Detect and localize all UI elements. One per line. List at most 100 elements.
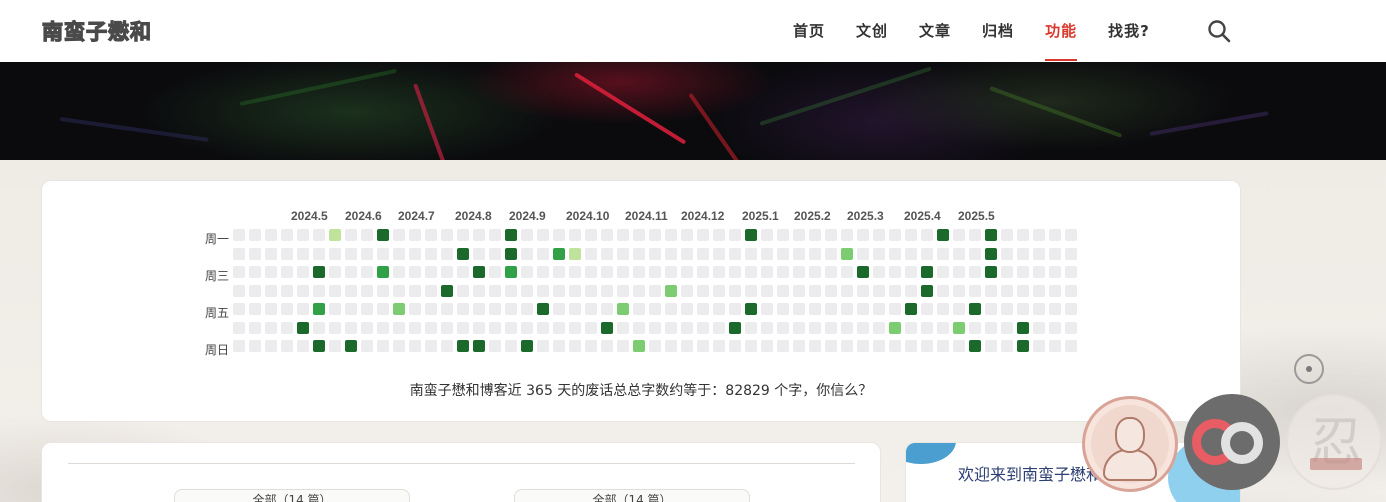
author-avatar[interactable] [1082,396,1178,492]
heatmap-cell[interactable] [393,340,405,352]
heatmap-cell[interactable] [329,247,341,260]
heatmap-cell[interactable] [329,266,341,278]
heatmap-cell[interactable] [1065,340,1077,352]
heatmap-cell[interactable] [1049,266,1061,278]
heatmap-cell[interactable] [1033,340,1045,352]
heatmap-cell[interactable] [489,340,501,352]
heatmap-cell[interactable] [409,303,421,315]
heatmap-cell[interactable] [617,247,629,260]
heatmap-cell[interactable] [809,284,821,297]
heatmap-cell[interactable] [761,303,773,315]
heatmap-cell[interactable] [377,247,389,260]
heatmap-cell[interactable] [873,321,885,334]
heatmap-cell[interactable] [489,229,501,241]
heatmap-cell[interactable] [1017,266,1029,278]
heatmap-cell[interactable] [249,303,261,315]
heatmap-cell[interactable] [233,303,245,315]
heatmap-cell[interactable] [281,321,293,334]
heatmap-cell[interactable] [1001,284,1013,297]
heatmap-cell[interactable] [777,266,789,278]
heatmap-cell[interactable] [537,247,549,260]
heatmap-cell[interactable] [937,247,949,260]
heatmap-cell[interactable] [281,284,293,297]
heatmap-cell[interactable] [889,229,901,241]
heatmap-cell[interactable] [377,340,389,352]
heatmap-cell[interactable] [601,266,613,278]
heatmap-cell[interactable] [1001,321,1013,334]
heatmap-cell[interactable] [793,321,805,334]
heatmap-cell[interactable] [873,284,885,297]
heatmap-cell[interactable] [889,321,901,334]
heatmap-cell[interactable] [921,321,933,334]
heatmap-cell[interactable] [1049,284,1061,297]
heatmap-cell[interactable] [841,266,853,278]
heatmap-cell[interactable] [873,266,885,278]
heatmap-cell[interactable] [425,229,437,241]
heatmap-cell[interactable] [873,229,885,241]
heatmap-cell[interactable] [985,229,997,241]
heatmap-cell[interactable] [377,266,389,278]
heatmap-cell[interactable] [553,229,565,241]
heatmap-cell[interactable] [441,303,453,315]
heatmap-cell[interactable] [905,284,917,297]
heatmap-cell[interactable] [297,229,309,241]
heatmap-cell[interactable] [905,229,917,241]
heatmap-cell[interactable] [649,321,661,334]
heatmap-cell[interactable] [761,266,773,278]
heatmap-cell[interactable] [665,321,677,334]
heatmap-cell[interactable] [473,284,485,297]
heatmap-cell[interactable] [729,340,741,352]
heatmap-cell[interactable] [393,321,405,334]
heatmap-cell[interactable] [665,340,677,352]
heatmap-cell[interactable] [633,247,645,260]
heatmap-cell[interactable] [393,229,405,241]
heatmap-cell[interactable] [489,247,501,260]
heatmap-cell[interactable] [345,247,357,260]
heatmap-cell[interactable] [313,266,325,278]
heatmap-cell[interactable] [713,266,725,278]
heatmap-cell[interactable] [345,303,357,315]
heatmap-cell[interactable] [761,340,773,352]
heatmap-cell[interactable] [825,340,837,352]
heatmap-cell[interactable] [377,303,389,315]
heatmap-cell[interactable] [921,284,933,297]
heatmap-cell[interactable] [313,340,325,352]
heatmap-cell[interactable] [649,247,661,260]
heatmap-cell[interactable] [1033,303,1045,315]
heatmap-cell[interactable] [361,321,373,334]
heatmap-cell[interactable] [697,340,709,352]
heatmap-cell[interactable] [1049,303,1061,315]
heatmap-cell[interactable] [1033,321,1045,334]
heatmap-cell[interactable] [1017,284,1029,297]
heatmap-cell[interactable] [473,340,485,352]
heatmap-cell[interactable] [857,284,869,297]
heatmap-cell[interactable] [729,321,741,334]
heatmap-cell[interactable] [1017,247,1029,260]
heatmap-cell[interactable] [985,266,997,278]
heatmap-cell[interactable] [265,303,277,315]
heatmap-cell[interactable] [553,247,565,260]
heatmap-cell[interactable] [441,284,453,297]
heatmap-cell[interactable] [761,229,773,241]
heatmap-cell[interactable] [457,284,469,297]
heatmap-cell[interactable] [665,266,677,278]
heatmap-cell[interactable] [249,284,261,297]
heatmap-cell[interactable] [505,229,517,241]
heatmap-cell[interactable] [601,303,613,315]
heatmap-cell[interactable] [697,303,709,315]
heatmap-cell[interactable] [377,321,389,334]
heatmap-cell[interactable] [505,266,517,278]
heatmap-cell[interactable] [521,229,533,241]
heatmap-cell[interactable] [553,266,565,278]
heatmap-cell[interactable] [681,303,693,315]
heatmap-cell[interactable] [249,266,261,278]
heatmap-cell[interactable] [249,321,261,334]
heatmap-cell[interactable] [265,340,277,352]
heatmap-cell[interactable] [889,284,901,297]
heatmap-cell[interactable] [953,303,965,315]
heatmap-cell[interactable] [681,266,693,278]
heatmap-cell[interactable] [569,303,581,315]
heatmap-cell[interactable] [1033,229,1045,241]
heatmap-cell[interactable] [745,266,757,278]
heatmap-cell[interactable] [825,284,837,297]
